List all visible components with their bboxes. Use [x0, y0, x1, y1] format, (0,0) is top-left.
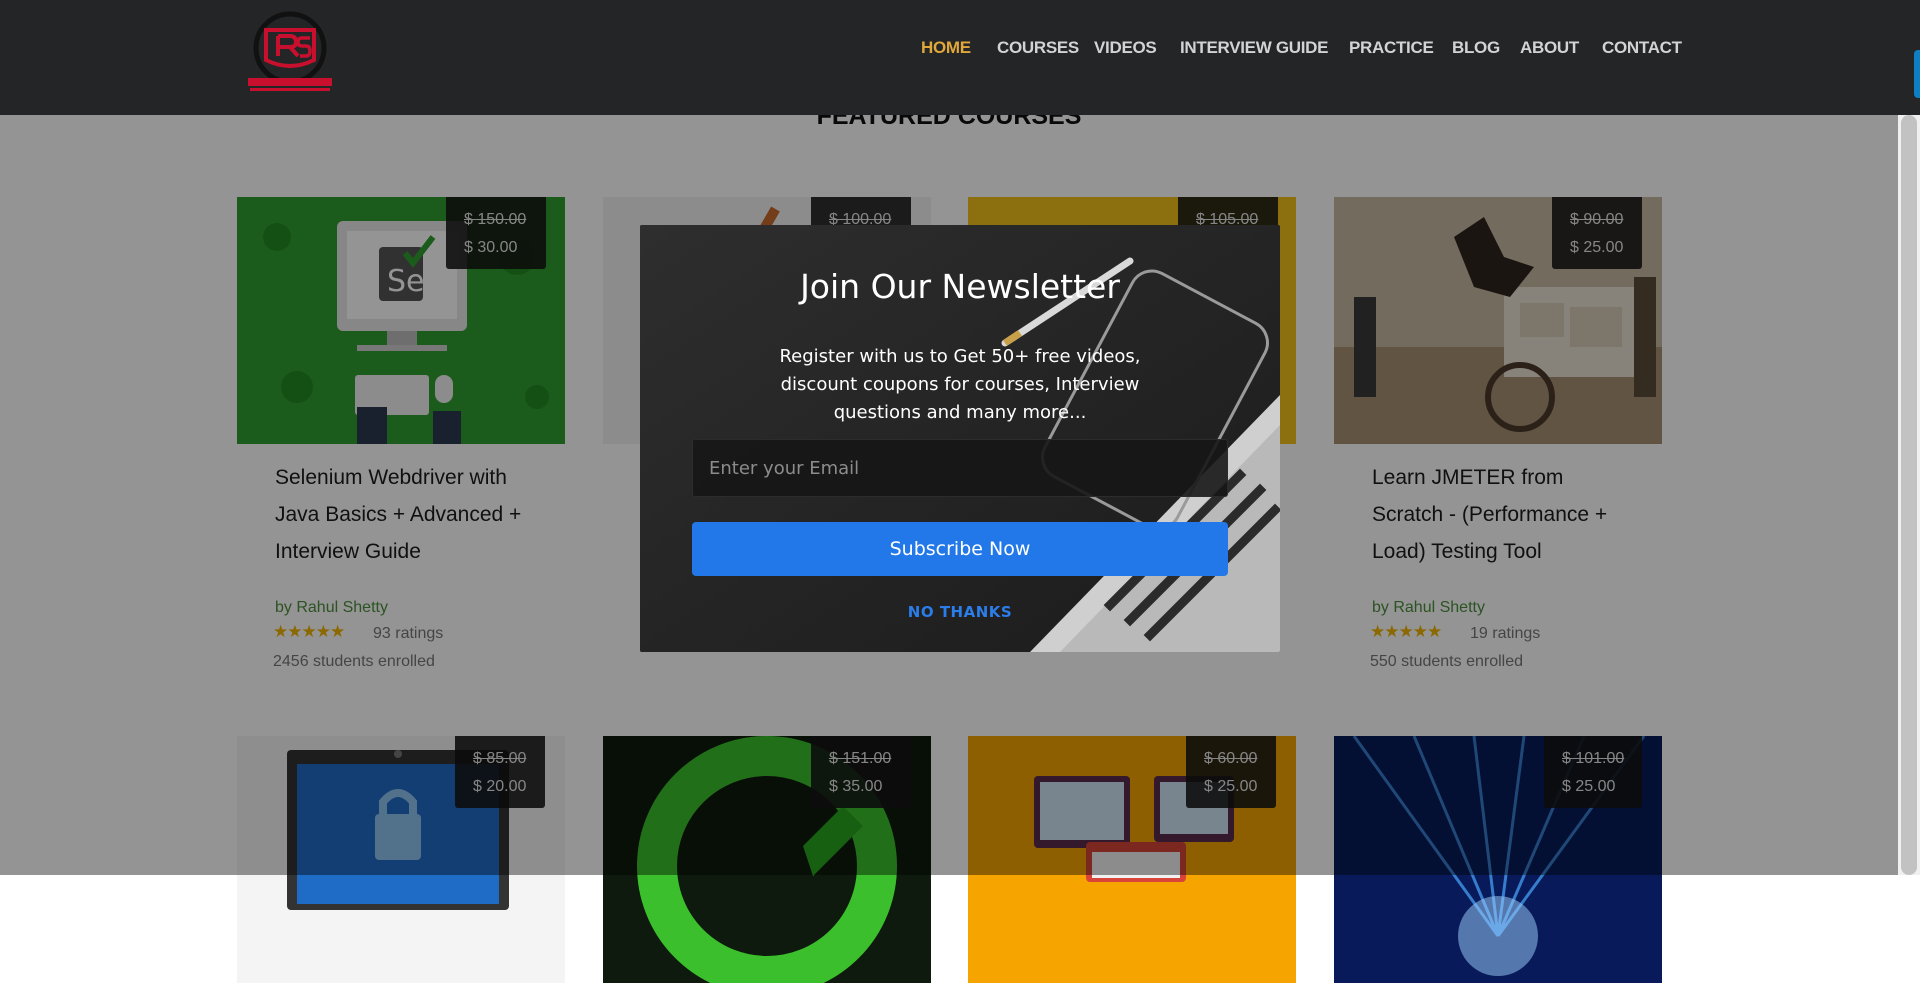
modal-description: Register with us to Get 50+ free videos,… [779, 346, 1141, 423]
no-thanks-link[interactable]: NO THANKS [640, 603, 1280, 621]
modal-title: Join Our Newsletter [800, 267, 1120, 306]
nav-practice[interactable]: PRACTICE [1349, 38, 1434, 58]
nav-videos[interactable]: VIDEOS [1094, 38, 1157, 58]
side-tab[interactable] [1914, 50, 1920, 98]
nav-about[interactable]: ABOUT [1520, 38, 1579, 58]
newsletter-modal: Join Our Newsletter Register with us to … [640, 225, 1280, 652]
logo-icon[interactable] [244, 6, 336, 96]
nav-blog[interactable]: BLOG [1452, 38, 1500, 58]
email-input[interactable] [692, 439, 1228, 497]
nav-interview-guide[interactable]: INTERVIEW GUIDE [1180, 38, 1329, 58]
site-header: HOME COURSES VIDEOS INTERVIEW GUIDE PRAC… [0, 0, 1920, 115]
nav-home[interactable]: HOME [921, 38, 971, 58]
subscribe-button[interactable]: Subscribe Now [692, 522, 1228, 576]
nav-courses[interactable]: COURSES [997, 38, 1079, 58]
page-scrollbar[interactable] [1898, 115, 1920, 875]
nav-contact[interactable]: CONTACT [1602, 38, 1682, 58]
scrollbar-thumb[interactable] [1901, 115, 1917, 875]
